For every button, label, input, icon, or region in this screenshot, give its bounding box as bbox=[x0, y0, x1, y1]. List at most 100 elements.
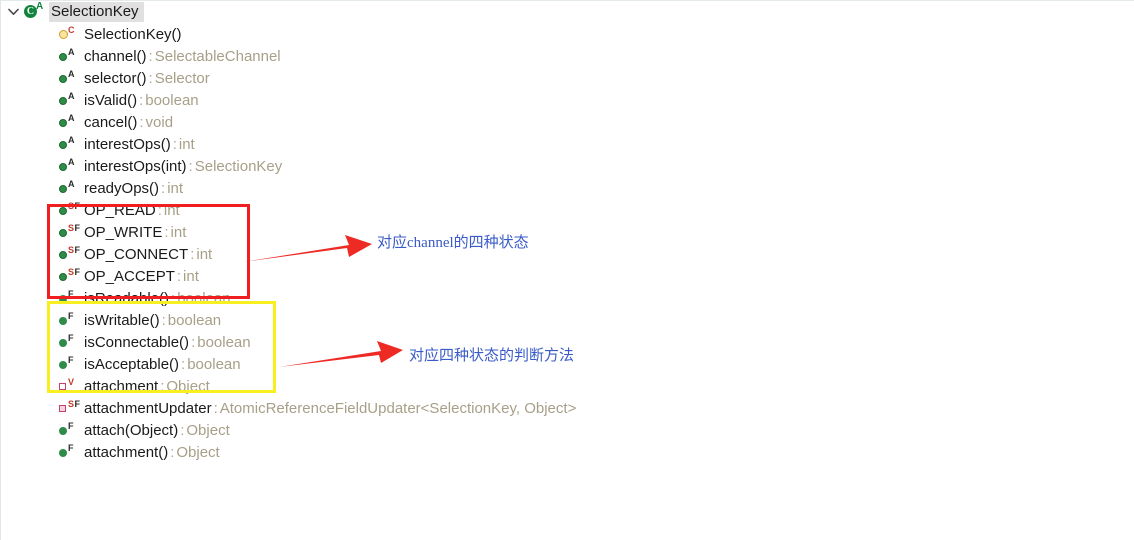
method-icon: A bbox=[59, 135, 79, 153]
static-field-icon: SF bbox=[59, 223, 81, 241]
tree-node-member[interactable]: SF OP_ACCEPT: int bbox=[1, 265, 1134, 287]
member-modifier-badge: A bbox=[68, 135, 75, 145]
static-field-icon: SF bbox=[59, 245, 81, 263]
member-modifier-badge: F bbox=[68, 311, 74, 321]
member-modifier-badge: A bbox=[68, 157, 75, 167]
member-type: void bbox=[145, 113, 174, 131]
static-field-icon: SF bbox=[59, 267, 81, 285]
method-icon: F bbox=[59, 355, 79, 373]
member-type-separator: : bbox=[191, 333, 196, 351]
member-type: boolean bbox=[145, 91, 199, 109]
member-type: Object bbox=[186, 421, 230, 439]
class-icon: C A bbox=[23, 1, 45, 21]
tree-node-member[interactable]: AinterestOps(int): SelectionKey bbox=[1, 155, 1134, 177]
member-modifier-badge: F bbox=[68, 289, 74, 299]
member-type: AtomicReferenceFieldUpdater<SelectionKey… bbox=[219, 399, 577, 417]
member-name: isReadable() bbox=[84, 289, 170, 307]
member-type-separator: : bbox=[181, 355, 186, 373]
member-type: int bbox=[183, 267, 199, 285]
method-icon: A bbox=[59, 69, 79, 87]
tree-node-member[interactable]: FisReadable(): boolean bbox=[1, 287, 1134, 309]
tree-node-member[interactable]: Vattachment: Object bbox=[1, 375, 1134, 397]
tree-node-member[interactable]: SF OP_READ: int bbox=[1, 199, 1134, 221]
member-type: Selector bbox=[154, 69, 210, 87]
member-type-separator: : bbox=[139, 113, 144, 131]
member-type-separator: : bbox=[176, 267, 182, 285]
tree-node-member[interactable]: C SelectionKey() bbox=[1, 23, 1134, 45]
member-modifier-badge: V bbox=[68, 377, 75, 387]
member-type: int bbox=[163, 201, 180, 219]
method-icon: F bbox=[59, 311, 79, 329]
method-icon: F bbox=[59, 289, 79, 307]
member-type-separator: : bbox=[180, 421, 185, 439]
member-name: readyOps() bbox=[84, 179, 160, 197]
member-name: cancel() bbox=[84, 113, 138, 131]
member-name: attach(Object) bbox=[84, 421, 179, 439]
tree-node-member[interactable]: Fattachment(): Object bbox=[1, 441, 1134, 463]
member-name: attachment bbox=[84, 377, 159, 395]
member-name: attachmentUpdater bbox=[84, 399, 212, 417]
tree-node-selectionkey[interactable]: C A SelectionKey bbox=[1, 1, 1134, 23]
member-name: OP_CONNECT bbox=[84, 245, 189, 263]
method-icon: F bbox=[59, 333, 79, 351]
member-modifier-badge: A bbox=[68, 47, 75, 57]
member-modifier-badge: SF bbox=[68, 245, 81, 255]
tree-node-member[interactable]: SF OP_CONNECT: int bbox=[1, 243, 1134, 265]
annotation-arrow-1 bbox=[243, 235, 372, 262]
member-type-separator: : bbox=[148, 69, 153, 87]
member-name: OP_WRITE bbox=[84, 223, 163, 241]
member-type: boolean bbox=[167, 311, 222, 329]
annotation-2-text: 对应四种状态的判断方法 bbox=[409, 348, 575, 364]
member-name: isConnectable() bbox=[84, 333, 190, 351]
member-name: attachment() bbox=[84, 443, 169, 461]
tree-node-member[interactable]: AinterestOps(): int bbox=[1, 133, 1134, 155]
tree-node-member[interactable]: Achannel(): SelectableChannel bbox=[1, 45, 1134, 67]
tree-node-member[interactable]: Acancel(): void bbox=[1, 111, 1134, 133]
page-title[interactable]: SelectionKey bbox=[49, 2, 144, 22]
member-type: SelectableChannel bbox=[154, 47, 281, 65]
member-modifier-badge: A bbox=[68, 69, 75, 79]
member-type-separator: : bbox=[160, 377, 165, 395]
member-type-separator: : bbox=[157, 201, 162, 219]
member-name: isValid() bbox=[84, 91, 138, 109]
member-name: isWritable() bbox=[84, 311, 160, 329]
tree-node-member[interactable]: FisWritable(): boolean bbox=[1, 309, 1134, 331]
outline-view: C A SelectionKey C SelectionKey() Achannel… bbox=[0, 0, 1134, 540]
member-modifier-badge: F bbox=[68, 333, 74, 343]
member-modifier-badge: SF bbox=[68, 399, 81, 409]
tree-node-member[interactable]: Aselector(): Selector bbox=[1, 67, 1134, 89]
member-name: interestOps() bbox=[84, 135, 171, 153]
member-modifier-badge: SF bbox=[68, 267, 81, 277]
static-field-icon: SF bbox=[59, 399, 81, 417]
member-type: Object bbox=[176, 443, 220, 461]
member-modifier-badge: SF bbox=[68, 201, 81, 211]
member-type-separator: : bbox=[171, 289, 176, 307]
member-modifier-badge: SF bbox=[68, 223, 81, 233]
member-type-separator: : bbox=[172, 135, 177, 153]
method-icon: F bbox=[59, 421, 79, 439]
tree-node-member[interactable]: SF OP_WRITE: int bbox=[1, 221, 1134, 243]
tree-node-member[interactable]: AisValid(): boolean bbox=[1, 89, 1134, 111]
tree-node-member[interactable]: AreadyOps(): int bbox=[1, 177, 1134, 199]
member-type-separator: : bbox=[213, 399, 218, 417]
member-modifier-badge: F bbox=[68, 421, 74, 431]
class-modifier-abstract: A bbox=[36, 1, 44, 12]
class-member-tree[interactable]: C A SelectionKey C SelectionKey() Achannel… bbox=[1, 1, 1134, 463]
member-name: OP_READ bbox=[84, 201, 156, 219]
member-type-separator: : bbox=[164, 223, 169, 241]
method-icon: A bbox=[59, 113, 79, 131]
annotation-1-text: 对应channel的四种状态 bbox=[377, 235, 529, 251]
annotation-arrow-2 bbox=[279, 341, 403, 367]
member-type-separator: : bbox=[161, 179, 166, 197]
member-type-separator: : bbox=[190, 245, 195, 263]
member-name: OP_ACCEPT bbox=[84, 267, 175, 285]
tree-node-member[interactable]: Fattach(Object): Object bbox=[1, 419, 1134, 441]
method-icon: A bbox=[59, 91, 79, 109]
member-type-separator: : bbox=[139, 91, 144, 109]
member-type-separator: : bbox=[170, 443, 175, 461]
tree-node-member[interactable]: SF attachmentUpdater: AtomicReferenceField… bbox=[1, 397, 1134, 419]
member-type: int bbox=[170, 223, 187, 241]
member-type: boolean bbox=[197, 333, 251, 351]
chevron-down-icon[interactable] bbox=[5, 1, 21, 23]
member-list[interactable]: C SelectionKey() Achannel(): SelectableChan… bbox=[1, 23, 1134, 463]
